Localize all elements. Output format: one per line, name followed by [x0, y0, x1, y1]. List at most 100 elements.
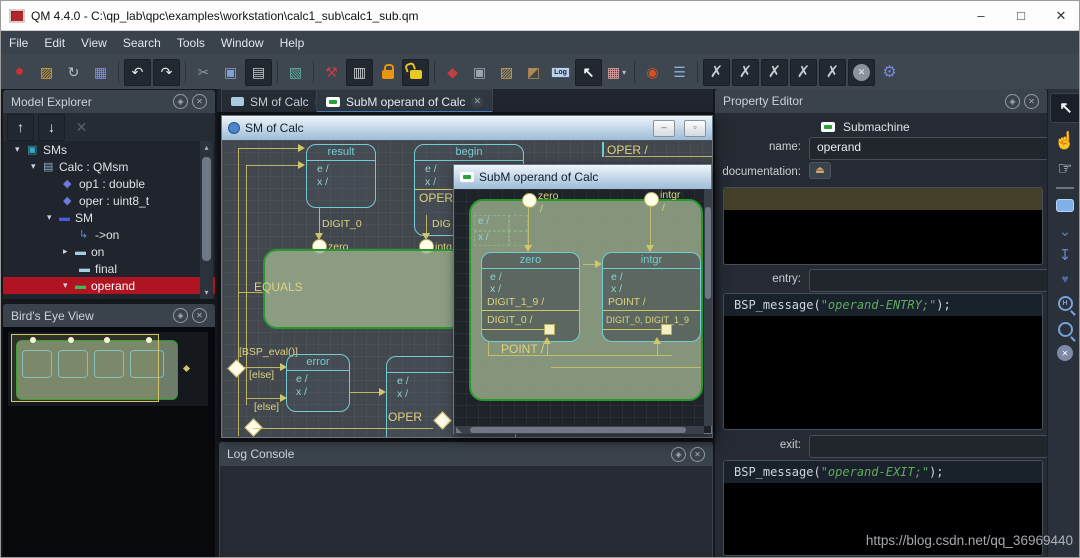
window-minimize-icon[interactable]: – — [653, 119, 675, 137]
state-error[interactable]: error e / x / — [286, 354, 350, 412]
name-field[interactable]: operand — [809, 137, 1049, 160]
subm-diagram-canvas[interactable]: zero / intgr / e / x / zero e / x / DIGI… — [454, 189, 704, 426]
validate-icon[interactable]: ↻ — [61, 60, 86, 85]
cancel-tool-icon[interactable]: ✕ — [1050, 339, 1079, 367]
internal-transition-digit19[interactable]: DIGIT_1_9 / — [487, 296, 544, 308]
log-console-content[interactable] — [219, 466, 713, 557]
internal-transition-digit0[interactable]: DIGIT_0 / — [487, 314, 533, 326]
close-tab-icon[interactable]: ✕ — [471, 95, 484, 108]
new-model-icon[interactable]: ● — [7, 60, 32, 85]
tree-item-sms[interactable]: ▾ ▣ SMs — [3, 141, 215, 158]
transition-label-oper-2[interactable]: OPER — [388, 410, 422, 424]
close-panel-icon[interactable]: ✕ — [192, 94, 207, 109]
menu-tools[interactable]: Tools — [169, 31, 213, 55]
sm-window-titlebar[interactable]: SM of Calc – ▫ — [222, 116, 712, 141]
minimap-viewport[interactable] — [11, 334, 159, 402]
zoom-history-tool-icon[interactable]: H — [1050, 289, 1079, 317]
caret-down-icon[interactable]: ▾ — [15, 144, 27, 155]
redo-icon[interactable]: ↷ — [153, 58, 180, 86]
float-panel-icon[interactable]: ◈ — [173, 308, 188, 323]
resize-grip[interactable] — [456, 427, 462, 433]
entry-action-label[interactable]: e / — [296, 373, 308, 385]
entry-code-editor[interactable]: BSP_message("operand-ENTRY;"); — [723, 293, 1043, 430]
menu-view[interactable]: View — [73, 31, 115, 55]
build-tool-4-icon[interactable]: ✗ — [790, 58, 817, 86]
tree-item-zero[interactable]: ◎ zero — [3, 294, 215, 300]
exit-action-label[interactable]: x / — [296, 386, 307, 398]
internal-transition-label[interactable]: OPER — [419, 191, 453, 205]
float-panel-icon[interactable]: ◈ — [671, 446, 686, 462]
transition-label-point[interactable]: POINT / — [501, 342, 544, 356]
layers-icon[interactable]: ☰ — [667, 60, 692, 85]
caret-down-icon[interactable]: ▾ — [47, 212, 59, 223]
connector-action-label[interactable]: / — [540, 203, 543, 215]
guard-label-else-2[interactable]: [else] — [254, 401, 279, 413]
exit-action-label[interactable]: x / — [611, 283, 622, 295]
expand-doc-icon[interactable]: ⏏ — [809, 162, 831, 179]
entry-action-label[interactable]: e / — [490, 271, 502, 283]
entry-connector-intgr[interactable] — [644, 192, 659, 207]
entry-action-label[interactable]: e / — [397, 375, 409, 387]
exit-action-label[interactable]: x / — [490, 283, 501, 295]
build-tool-5-icon[interactable]: ✗ — [819, 58, 846, 86]
state-intgr[interactable]: intgr e / x / POINT / DIGIT_0, DIGIT_1_9 — [602, 252, 701, 342]
build-tool-1-icon[interactable]: ✗ — [703, 58, 730, 86]
subm-vertical-scrollbar[interactable] — [704, 189, 712, 426]
grid-icon[interactable]: ▦ ▾ — [604, 60, 629, 85]
connector-label-zero[interactable]: zero — [538, 190, 558, 202]
menu-help[interactable]: Help — [272, 31, 313, 55]
close-panel-icon[interactable]: ✕ — [192, 308, 207, 323]
documentation-editor[interactable] — [723, 187, 1043, 265]
exit-action-label[interactable]: x / — [425, 176, 436, 188]
move-up-icon[interactable]: ↑ — [7, 113, 34, 141]
image-viewer-icon[interactable]: ▣ — [467, 60, 492, 85]
menu-search[interactable]: Search — [115, 31, 169, 55]
image-edit-icon[interactable]: ▨ — [494, 60, 519, 85]
caret-down-icon[interactable]: ▾ — [31, 161, 43, 172]
build-tool-2-icon[interactable]: ✗ — [732, 58, 759, 86]
open-model-icon[interactable]: ▨ — [34, 60, 59, 85]
entry-action-label[interactable]: e / — [425, 163, 437, 175]
entry-field[interactable] — [809, 269, 1049, 292]
state-zero[interactable]: zero e / x / DIGIT_1_9 / DIGIT_0 / — [481, 252, 580, 342]
subm-hscroll-thumb[interactable] — [470, 427, 686, 433]
pan-hand-icon[interactable]: ☝ — [1050, 127, 1079, 155]
connector-label-intgr[interactable]: intgr — [660, 189, 680, 201]
choice-point[interactable] — [227, 359, 246, 378]
pointer-icon[interactable]: ↖ — [575, 58, 602, 86]
float-panel-icon[interactable]: ◈ — [1005, 93, 1020, 109]
caret-right-icon[interactable]: ▸ — [63, 246, 75, 257]
scroll-up-icon[interactable]: ▴ — [200, 143, 213, 152]
entry-action-box[interactable]: e / — [474, 215, 510, 231]
internal-transition-digit0-19[interactable]: DIGIT_0, DIGIT_1_9 — [606, 315, 689, 325]
minimap[interactable] — [8, 332, 208, 406]
build-tool-3-icon[interactable]: ✗ — [761, 58, 788, 86]
internal-transition-point[interactable]: POINT / — [608, 296, 646, 308]
tree-scrollbar-thumb[interactable] — [202, 157, 211, 261]
connector-action-label[interactable]: / — [662, 202, 665, 214]
close-panel-icon[interactable]: ✕ — [1024, 93, 1039, 109]
paste-icon[interactable]: ▤ — [245, 58, 272, 86]
tree-item-calc[interactable]: ▾ ▤ Calc : QMsm — [3, 158, 215, 175]
exit-point-square[interactable] — [661, 324, 672, 335]
guard-label-else[interactable]: [else] — [249, 369, 274, 381]
entry-connector-zero[interactable] — [522, 193, 537, 208]
scroll-down-icon[interactable]: ▾ — [200, 288, 213, 297]
export-diagram-icon[interactable]: ▧ — [283, 60, 308, 85]
log-window-icon[interactable]: Log — [548, 60, 573, 85]
transition-label-digit0[interactable]: DIGIT_0 — [322, 218, 362, 230]
tree-item-on[interactable]: ▸ ▬ on — [3, 243, 215, 260]
float-panel-icon[interactable]: ◈ — [173, 94, 188, 109]
tab-subm-operand-of-calc[interactable]: SubM operand of Calc ✕ — [316, 89, 494, 113]
tree-item-final[interactable]: ▬ final — [3, 260, 215, 277]
exit-point-square[interactable] — [544, 324, 555, 335]
lock-icon[interactable] — [375, 60, 400, 85]
stop-icon[interactable]: ✕ — [848, 58, 875, 86]
transition-label-oper[interactable]: OPER / — [607, 143, 648, 157]
print-icon[interactable]: ▥ — [346, 58, 373, 86]
config-tools-icon[interactable]: ⚙ — [877, 60, 902, 85]
undo-icon[interactable]: ↶ — [124, 58, 151, 86]
close-panel-icon[interactable]: ✕ — [690, 446, 705, 462]
tree-item-sm[interactable]: ▾ ▬ SM — [3, 209, 215, 226]
subm-window-titlebar[interactable]: SubM operand of Calc — [454, 165, 711, 190]
